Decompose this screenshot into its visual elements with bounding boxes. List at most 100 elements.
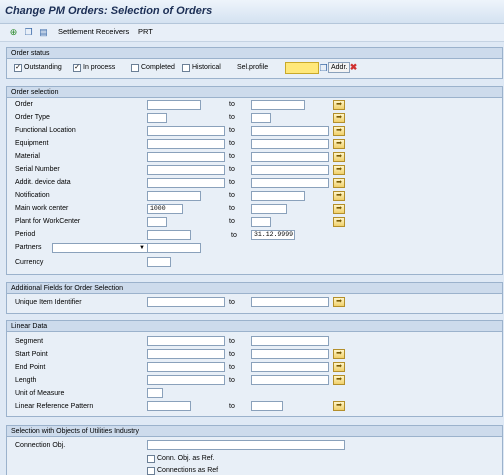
material-to-input[interactable] [251,152,329,162]
addit-device-data-to-input[interactable] [251,178,329,188]
to-label: to [229,205,235,212]
unit-of-measure-input[interactable] [147,388,163,398]
plant-for-workcenter-from-input[interactable] [147,217,167,227]
plant-for-workcenter-label: Plant for WorkCenter [15,218,81,225]
multiple-selection-arrow-icon[interactable]: ➡ [333,113,345,123]
execute-icon[interactable]: ⊕ [8,27,19,38]
toolbar: ⊕ ❐ ▤ Settlement Receivers PRT [0,24,504,42]
functional-location-label: Functional Location [15,127,76,134]
to-label: to [229,101,235,108]
multiple-selection-arrow-icon[interactable]: ➡ [333,362,345,372]
end-point-to-input[interactable] [251,362,329,372]
equipment-label: Equipment [15,140,49,147]
multiple-selection-arrow-icon[interactable]: ➡ [333,204,345,214]
segment-to-input[interactable] [251,336,329,346]
to-label: to [229,114,235,121]
delete-icon[interactable]: ✖ [348,62,359,73]
partners-label: Partners [15,244,42,251]
page-title: Change PM Orders: Selection of Orders [5,5,213,17]
to-label: to [229,218,235,225]
sel-profile-input[interactable] [285,62,319,74]
currency-label: Currency [15,259,44,266]
order-to-input[interactable] [251,100,305,110]
unit-of-measure-label: Unit of Measure [15,390,65,397]
multiple-selection-arrow-icon[interactable]: ➡ [333,100,345,110]
addr-button[interactable]: Addr. [328,62,351,73]
addit-device-data-from-input[interactable] [147,178,225,188]
multiple-selection-arrow-icon[interactable]: ➡ [333,401,345,411]
multiple-selection-arrow-icon[interactable]: ➡ [333,191,345,201]
segment-from-input[interactable] [147,336,225,346]
connection-obj-input[interactable] [147,440,345,450]
to-label: to [229,179,235,186]
to-label: to [229,127,235,134]
period-from-input[interactable] [147,230,191,240]
functional-location-from-input[interactable] [147,126,225,136]
to-label: to [229,403,235,410]
start-point-from-input[interactable] [147,349,225,359]
main-work-center-to-input[interactable] [251,204,287,214]
variant-icon[interactable]: ❐ [23,27,34,38]
prt-button[interactable]: PRT [138,27,153,36]
serial-number-to-input[interactable] [251,165,329,175]
partners-dropdown[interactable]: ▼ [52,243,148,253]
multiple-selection-arrow-icon[interactable]: ➡ [333,375,345,385]
outstanding-label: Outstanding [24,64,62,71]
title-bar: Change PM Orders: Selection of Orders [0,0,504,24]
completed-checkbox[interactable] [131,64,139,72]
multiple-selection-arrow-icon[interactable]: ➡ [333,297,345,307]
start-point-to-input[interactable] [251,349,329,359]
order-selection-group: Order selection Order to ➡ Order Type to… [6,86,503,275]
order-type-from-input[interactable] [147,113,167,123]
outstanding-checkbox[interactable]: ✓ [14,64,22,72]
plant-for-workcenter-to-input[interactable] [251,217,271,227]
functional-location-to-input[interactable] [251,126,329,136]
to-label: to [229,140,235,147]
linear-data-group: Linear Data Segment to Start Point to ➡ … [6,320,503,417]
historical-checkbox[interactable] [182,64,190,72]
serial-number-label: Serial Number [15,166,60,173]
order-type-to-input[interactable] [251,113,271,123]
linear-reference-pattern-from-input[interactable] [147,401,191,411]
unique-item-identifier-from-input[interactable] [147,297,225,307]
settlement-receivers-button[interactable]: Settlement Receivers [58,27,129,36]
unique-item-identifier-label: Unique Item Identifier [15,299,82,306]
linear-reference-pattern-to-input[interactable] [251,401,283,411]
order-from-input[interactable] [147,100,201,110]
multiple-selection-arrow-icon[interactable]: ➡ [333,178,345,188]
partners-input[interactable] [147,243,201,253]
to-label: to [229,338,235,345]
currency-input[interactable] [147,257,171,267]
connections-as-ref-checkbox[interactable] [147,467,155,475]
connections-as-ref-label: Connections as Ref [157,467,219,474]
equipment-from-input[interactable] [147,139,225,149]
length-to-input[interactable] [251,375,329,385]
unique-item-identifier-to-input[interactable] [251,297,329,307]
multiple-selection-arrow-icon[interactable]: ➡ [333,126,345,136]
period-to-input[interactable]: 31.12.9999 [251,230,295,240]
to-label: to [229,377,235,384]
multiple-selection-arrow-icon[interactable]: ➡ [333,349,345,359]
main-work-center-from-input[interactable]: 1000 [147,204,183,214]
in-process-checkbox[interactable]: ✓ [73,64,81,72]
conn-obj-as-ref-checkbox[interactable] [147,455,155,463]
end-point-from-input[interactable] [147,362,225,372]
multiple-selection-arrow-icon[interactable]: ➡ [333,217,345,227]
multiple-selection-arrow-icon[interactable]: ➡ [333,165,345,175]
segment-label: Segment [15,338,44,345]
material-from-input[interactable] [147,152,225,162]
connection-obj-label: Connection Obj. [15,442,66,449]
to-label: to [229,166,235,173]
order-status-group: Order status ✓ Outstanding ✓ In process … [6,47,503,79]
multiple-selection-arrow-icon[interactable]: ➡ [333,139,345,149]
notification-from-input[interactable] [147,191,201,201]
save-icon[interactable]: ▤ [38,27,49,38]
equipment-to-input[interactable] [251,139,329,149]
notification-to-input[interactable] [251,191,305,201]
to-label: to [229,364,235,371]
serial-number-from-input[interactable] [147,165,225,175]
multiple-selection-arrow-icon[interactable]: ➡ [333,152,345,162]
group-title: Additional Fields for Order Selection [7,283,502,294]
to-label: to [229,351,235,358]
length-from-input[interactable] [147,375,225,385]
